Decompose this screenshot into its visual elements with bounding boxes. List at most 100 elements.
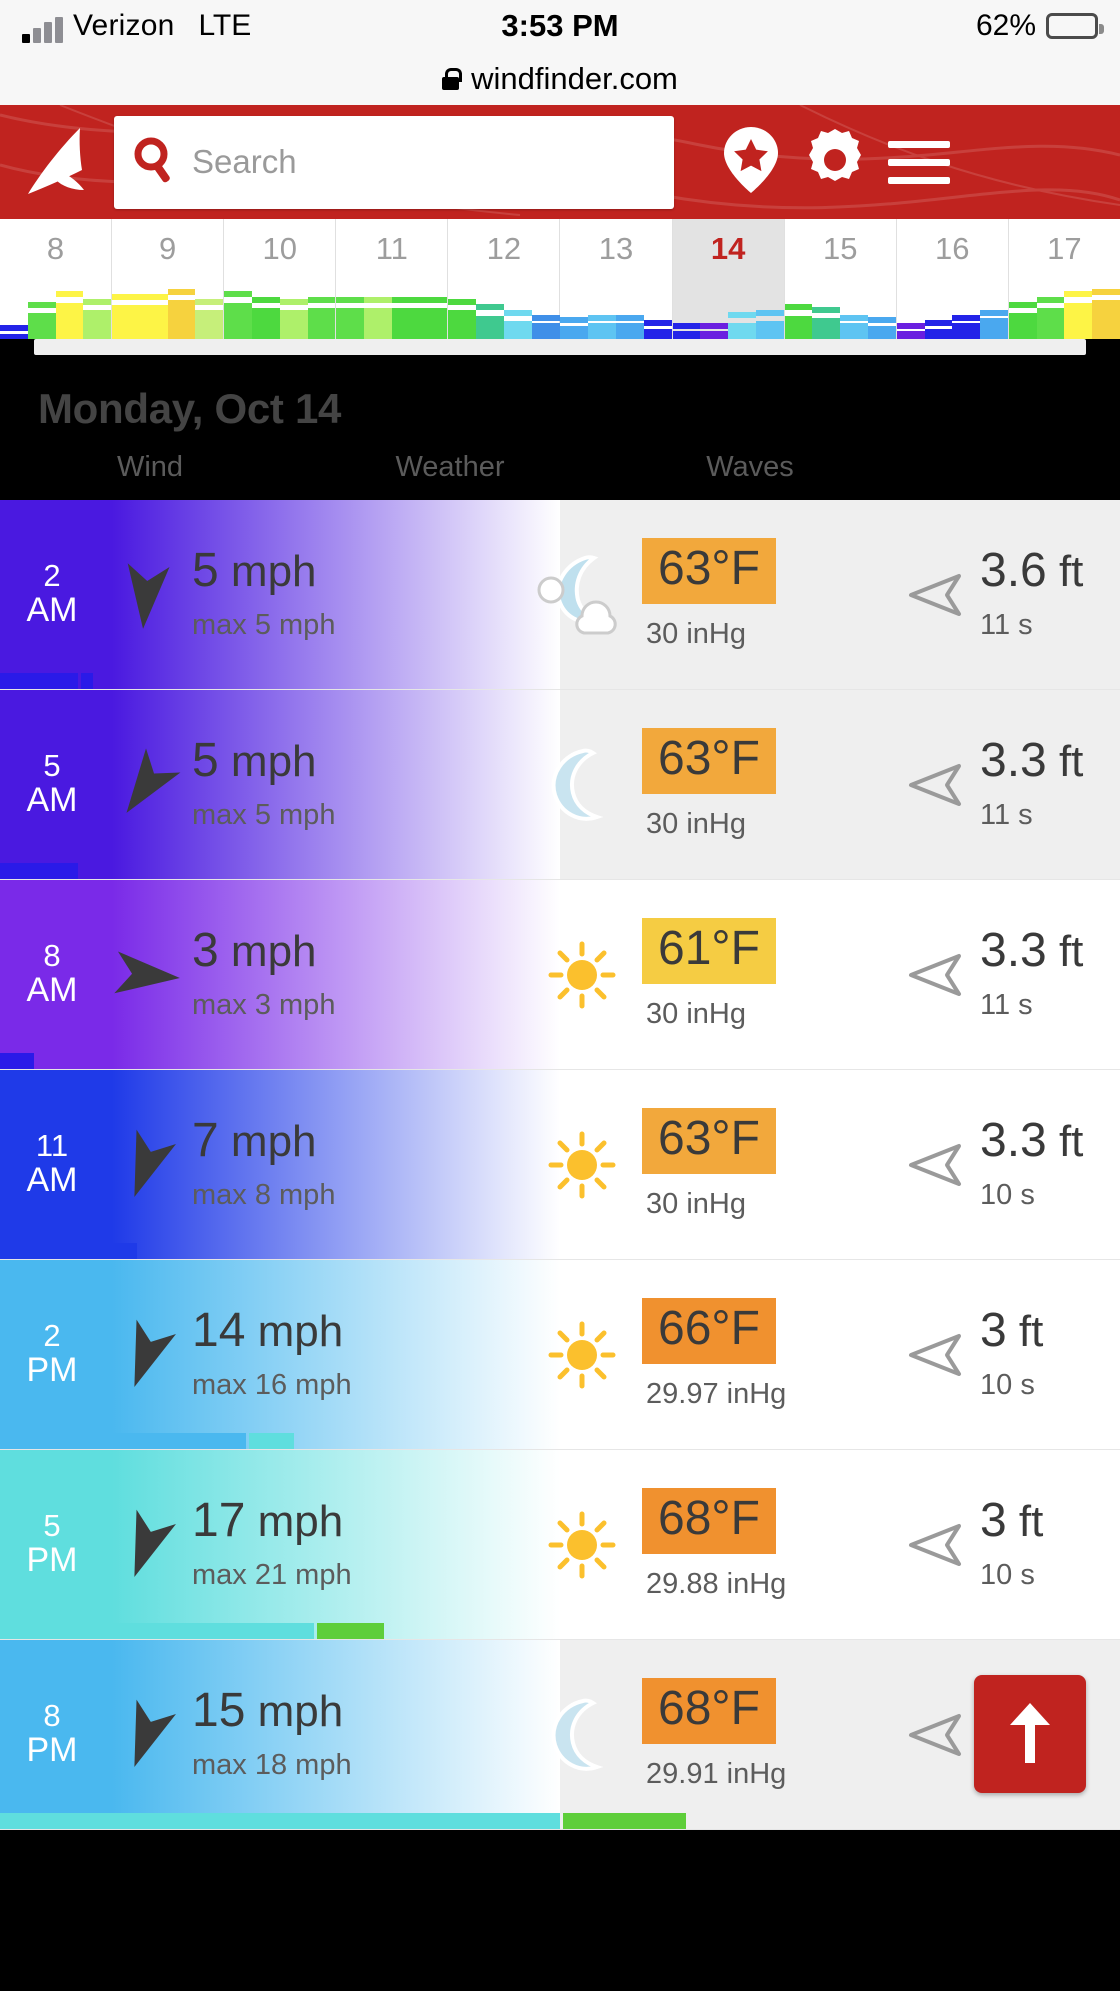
day-tab[interactable]: 13 — [560, 219, 673, 279]
lock-icon — [442, 67, 463, 90]
search-input[interactable]: Search — [114, 115, 674, 209]
forecast-row[interactable]: 5 AM 5 mph max 5 mph 63°F 30 inHg 3.3 ft 11 s — [0, 690, 1120, 880]
wind-speed-value: 17 mph — [192, 1494, 344, 1547]
scroll-to-top-button[interactable] — [974, 1675, 1086, 1793]
chart-day-column[interactable] — [448, 279, 561, 339]
day-tab[interactable]: 10 — [224, 219, 337, 279]
day-tab[interactable]: 15 — [785, 219, 897, 279]
wind-speed-value: 7 mph — [192, 1114, 317, 1167]
wave-direction-arrow-icon — [892, 754, 980, 816]
wind-bar-gust — [249, 1433, 295, 1449]
sun-icon — [522, 1509, 642, 1581]
row-hour: 8 — [43, 938, 61, 974]
wind-bar-main — [0, 673, 79, 689]
chart-day-column[interactable] — [560, 279, 673, 339]
chart-day-column[interactable] — [0, 279, 113, 339]
row-hour: 11 — [35, 1128, 69, 1164]
wind-gust-value: max 3 mph — [192, 989, 336, 1021]
wind-speed-value: 5 mph — [192, 734, 317, 787]
chart-bar — [167, 279, 196, 339]
chart-day-column[interactable] — [896, 279, 1009, 339]
wave-height-value: 3.6 ft — [980, 544, 1084, 597]
chart-day-column[interactable] — [112, 279, 225, 339]
row-ampm: AM — [26, 780, 78, 819]
wind-speed-value: 15 mph — [192, 1684, 344, 1737]
wind-direction-arrow-icon — [134, 1509, 176, 1577]
chart-bar — [503, 279, 532, 339]
forecast-row[interactable]: 2 AM 5 mph max 5 mph 63°F 30 inHg 3.6 ft 11 s — [0, 500, 1120, 690]
wind-bar-main — [0, 1433, 247, 1449]
day-tab[interactable]: 17 — [1009, 219, 1120, 279]
day-tab[interactable]: 16 — [897, 219, 1009, 279]
wind-bar-main — [0, 863, 79, 879]
chart-bar — [1036, 279, 1065, 339]
wave-period-value: 11 s — [980, 609, 1033, 641]
wind-overview-chart[interactable] — [0, 279, 1120, 339]
hamburger-menu-icon[interactable] — [888, 140, 950, 184]
day-selector-strip[interactable]: 8 9 10 11 12 13 14 15 16 17 — [0, 219, 1120, 279]
temperature-badge: 63°F — [642, 537, 776, 605]
location-pin-star-icon[interactable] — [720, 125, 782, 200]
chart-day-column[interactable] — [672, 279, 785, 339]
page-title: Monday, Oct 14 — [38, 385, 342, 432]
app-header: Search — [0, 105, 1120, 219]
day-tab-selected[interactable]: 14 — [672, 219, 785, 279]
day-tab[interactable]: 11 — [336, 219, 449, 279]
row-ampm: PM — [26, 1730, 78, 1769]
wind-strength-bar — [0, 1813, 1120, 1829]
day-tab[interactable]: 9 — [112, 219, 225, 279]
battery-icon — [1046, 13, 1104, 39]
column-header-wind: Wind — [116, 451, 184, 483]
wind-direction-arrow-icon — [114, 950, 180, 993]
forecast-row[interactable]: 8 AM 3 mph max 3 mph 61°F 30 inHg 3.3 ft 11 s — [0, 880, 1120, 1070]
row-hour: 2 — [43, 1318, 61, 1354]
forecast-row[interactable]: 8PM15 mphmax 18 mph68°F29.91 inHg3 ft10 … — [0, 1640, 1120, 1830]
forecast-scrollbar[interactable] — [34, 339, 1086, 355]
chart-day-column[interactable] — [784, 279, 897, 339]
sun-icon — [522, 1129, 642, 1201]
moon-icon — [522, 1697, 642, 1773]
wind-gust-value: max 5 mph — [192, 609, 336, 641]
pressure-value: 29.88 inHg — [646, 1568, 787, 1601]
sun-icon — [522, 1319, 642, 1391]
day-tab[interactable]: 12 — [448, 219, 561, 279]
chart-bar — [868, 279, 896, 339]
wind-strength-bar — [0, 1243, 1120, 1259]
wind-strength-bar — [0, 1053, 1120, 1069]
wind-column: 3 mph max 3 mph — [192, 927, 522, 1022]
wind-speed-value: 5 mph — [192, 544, 317, 597]
weather-column: 63°F 30 inHg — [642, 727, 892, 841]
column-header-waves: Waves — [706, 451, 794, 483]
wind-direction-arrow-icon — [134, 1319, 176, 1387]
chart-bar — [195, 279, 224, 339]
wave-direction-arrow-icon — [909, 1523, 961, 1566]
wind-direction-arrow-icon — [127, 562, 170, 629]
wave-height-value: 3.3 ft — [980, 924, 1084, 977]
chart-day-column[interactable] — [1008, 279, 1120, 339]
day-tab[interactable]: 8 — [0, 219, 113, 279]
chart-day-column[interactable] — [224, 279, 337, 339]
weather-column: 68°F 29.88 inHg — [642, 1487, 892, 1601]
gear-icon[interactable] — [802, 127, 868, 198]
forecast-row[interactable]: 11 AM 7 mph max 8 mph 63°F 30 inHg 3.3 ft 10 s — [0, 1070, 1120, 1260]
wind-direction-arrow-icon — [100, 1317, 192, 1393]
wind-gust-value: max 5 mph — [192, 799, 336, 831]
chart-day-column[interactable] — [336, 279, 449, 339]
wave-direction-arrow-icon — [892, 944, 980, 1006]
chart-bar — [1092, 279, 1120, 339]
wind-column: 7 mph max 8 mph — [192, 1117, 522, 1212]
bottom-safe-area — [0, 1830, 1120, 1991]
wind-direction-arrow-icon — [134, 1699, 176, 1767]
temperature-badge: 66°F — [642, 1297, 776, 1365]
chart-bar — [279, 279, 308, 339]
wind-gust-value: max 16 mph — [192, 1369, 352, 1401]
forecast-row[interactable]: 5 PM 17 mph max 21 mph 68°F 29.88 inHg 3 ft 10 … — [0, 1450, 1120, 1640]
chart-bar — [924, 279, 953, 339]
wind-column: 17 mph max 21 mph — [192, 1497, 522, 1592]
wave-direction-arrow-icon — [909, 1333, 961, 1376]
wave-direction-arrow-icon — [892, 1134, 980, 1196]
forecast-row[interactable]: 2 PM 14 mph max 16 mph 66°F 29.97 inHg 3 ft 10 … — [0, 1260, 1120, 1450]
browser-url-bar[interactable]: windfinder.com — [0, 52, 1120, 105]
windfinder-logo-icon[interactable] — [22, 124, 108, 200]
row-hour: 5 — [43, 1508, 61, 1544]
